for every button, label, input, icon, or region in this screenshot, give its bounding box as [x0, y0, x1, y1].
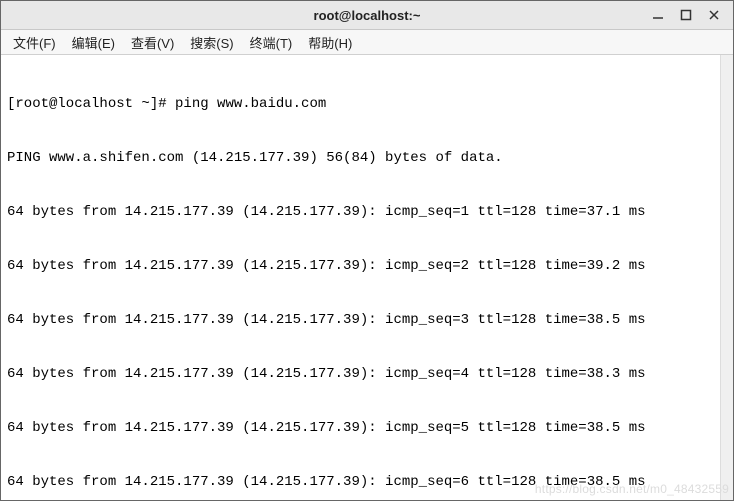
menu-search[interactable]: 搜索(S): [182, 31, 241, 54]
minimize-button[interactable]: [651, 8, 665, 22]
ping-header: PING www.a.shifen.com (14.215.177.39) 56…: [7, 149, 727, 167]
window-controls: [651, 8, 733, 22]
command-line: [root@localhost ~]# ping www.baidu.com: [7, 95, 727, 113]
menu-terminal[interactable]: 终端(T): [242, 31, 301, 54]
menubar: 文件(F) 编辑(E) 查看(V) 搜索(S) 终端(T) 帮助(H): [1, 30, 733, 55]
ping-reply: 64 bytes from 14.215.177.39 (14.215.177.…: [7, 257, 727, 275]
terminal-window: root@localhost:~ 文件(F) 编辑(E) 查看(V) 搜索(S)…: [0, 0, 734, 501]
shell-prompt: [root@localhost ~]#: [7, 96, 175, 112]
window-title: root@localhost:~: [1, 8, 733, 23]
terminal-output[interactable]: [root@localhost ~]# ping www.baidu.com P…: [1, 55, 733, 500]
window-titlebar: root@localhost:~: [1, 1, 733, 30]
ping-reply: 64 bytes from 14.215.177.39 (14.215.177.…: [7, 203, 727, 221]
scrollbar[interactable]: [720, 55, 733, 500]
ping-reply: 64 bytes from 14.215.177.39 (14.215.177.…: [7, 311, 727, 329]
menu-view[interactable]: 查看(V): [123, 31, 182, 54]
ping-reply: 64 bytes from 14.215.177.39 (14.215.177.…: [7, 473, 727, 491]
menu-file[interactable]: 文件(F): [5, 31, 64, 54]
menu-edit[interactable]: 编辑(E): [64, 31, 123, 54]
close-button[interactable]: [707, 8, 721, 22]
typed-command: ping www.baidu.com: [175, 96, 326, 112]
maximize-button[interactable]: [679, 8, 693, 22]
menu-help[interactable]: 帮助(H): [300, 31, 360, 54]
ping-reply: 64 bytes from 14.215.177.39 (14.215.177.…: [7, 419, 727, 437]
ping-reply: 64 bytes from 14.215.177.39 (14.215.177.…: [7, 365, 727, 383]
